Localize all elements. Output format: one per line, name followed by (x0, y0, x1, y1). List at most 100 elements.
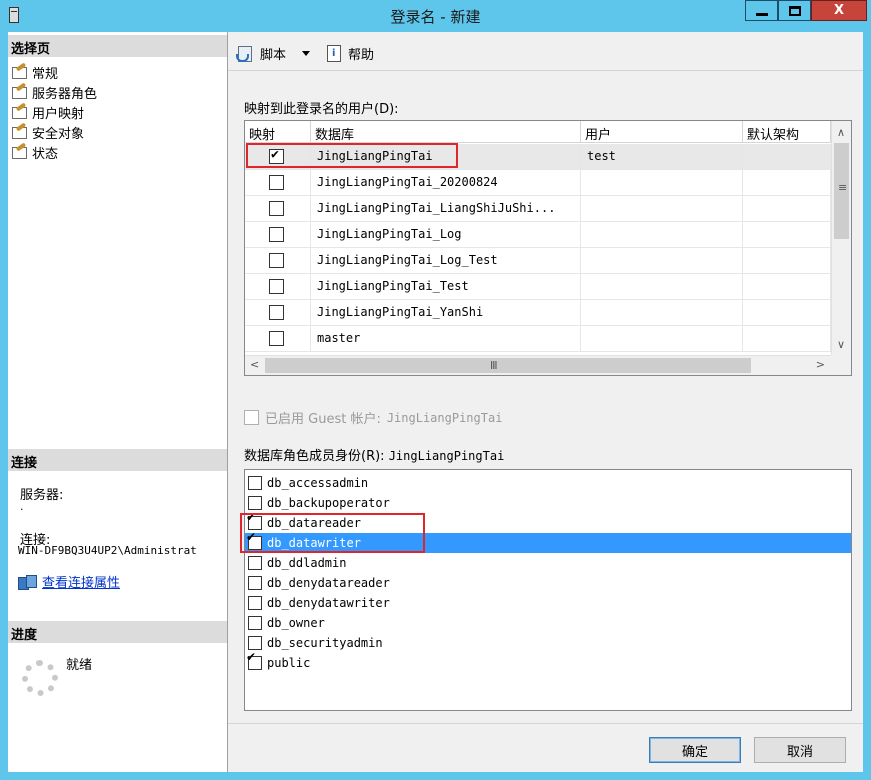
list-item[interactable]: db_backupoperator (245, 493, 851, 513)
column-header-user[interactable]: 用户 (581, 121, 743, 143)
table-row[interactable]: master (245, 326, 831, 352)
nav-item-label: 用户映射 (32, 106, 85, 122)
connection-value: WIN-DF9BQ3U4UP2\Administrat (18, 544, 197, 557)
list-item[interactable]: db_denydatawriter (245, 593, 851, 613)
schema-cell[interactable] (743, 196, 831, 222)
nav-item-general[interactable]: 常规 (12, 62, 58, 82)
help-icon[interactable] (326, 45, 342, 62)
map-cell (245, 196, 311, 222)
annotation-box-mapping (246, 143, 458, 168)
nav-item-user-mapping[interactable]: 用户映射 (12, 102, 84, 122)
scroll-corner (831, 355, 851, 375)
role-checkbox[interactable] (248, 596, 262, 610)
user-cell[interactable] (581, 248, 743, 274)
title-bar[interactable]: 登录名 - 新建 X (0, 0, 871, 32)
map-cell (245, 300, 311, 326)
role-checkbox[interactable] (248, 556, 262, 570)
user-cell[interactable]: test (581, 144, 743, 170)
help-button[interactable]: 帮助 (348, 44, 374, 63)
user-cell[interactable] (581, 300, 743, 326)
map-cell (245, 170, 311, 196)
table-row[interactable]: JingLiangPingTai_LiangShiJuShi... (245, 196, 831, 222)
user-cell[interactable] (581, 170, 743, 196)
map-checkbox[interactable] (269, 305, 284, 320)
user-cell[interactable] (581, 274, 743, 300)
scroll-right-icon[interactable]: > (816, 358, 825, 371)
scroll-grip-icon: Ⅲ (490, 359, 498, 372)
role-name: db_owner (267, 616, 325, 630)
script-dropdown-icon[interactable] (302, 50, 311, 56)
list-item[interactable]: db_ddladmin (245, 553, 851, 573)
nav-item-label: 常规 (32, 66, 59, 82)
view-connection-properties-link[interactable]: 查看连接属性 (18, 572, 120, 591)
table-row[interactable]: JingLiangPingTai_Log_Test (245, 248, 831, 274)
table-row[interactable]: JingLiangPingTai_Test (245, 274, 831, 300)
column-header-map[interactable]: 映射 (245, 121, 311, 143)
role-checkbox[interactable] (248, 656, 262, 670)
scroll-down-icon[interactable]: ∨ (837, 338, 845, 351)
role-name: db_backupoperator (267, 496, 390, 510)
role-checkbox[interactable] (248, 496, 262, 510)
role-membership-label-text: 数据库角色成员身份(R): (244, 449, 385, 464)
table-row[interactable]: JingLiangPingTai_YanShi (245, 300, 831, 326)
page-icon (12, 145, 28, 159)
cancel-button[interactable]: 取消 (754, 737, 846, 763)
dialog-body: 选择页 常规 服务器角色 用户映射 安全对象 状态 连接 服务器: . 连接: … (8, 32, 863, 772)
map-checkbox[interactable] (269, 279, 284, 294)
nav-item-securables[interactable]: 安全对象 (12, 122, 84, 142)
schema-cell[interactable] (743, 248, 831, 274)
user-cell[interactable] (581, 326, 743, 352)
schema-cell[interactable] (743, 326, 831, 352)
map-checkbox[interactable] (269, 201, 284, 216)
scroll-up-icon[interactable]: ∧ (837, 126, 845, 139)
ok-button[interactable]: 确定 (649, 737, 741, 763)
table-row[interactable]: JingLiangPingTai_Log (245, 222, 831, 248)
map-checkbox[interactable] (269, 175, 284, 190)
nav-item-server-roles[interactable]: 服务器角色 (12, 82, 97, 102)
vertical-scrollbar[interactable]: ∧ ≡ ∨ (831, 121, 851, 355)
schema-cell[interactable] (743, 144, 831, 170)
list-item[interactable]: db_owner (245, 613, 851, 633)
list-item[interactable]: public (245, 653, 851, 673)
maximize-button[interactable] (778, 0, 811, 21)
table-row[interactable]: JingLiangPingTai_20200824 (245, 170, 831, 196)
script-icon[interactable] (236, 45, 254, 62)
role-name: db_denydatawriter (267, 596, 390, 610)
role-membership-list[interactable]: db_accessadmindb_backupoperatordb_datare… (244, 469, 852, 711)
schema-cell[interactable] (743, 222, 831, 248)
role-checkbox[interactable] (248, 636, 262, 650)
dialog-window: 登录名 - 新建 X 选择页 常规 服务器角色 用户映射 安全对象 状态 连接 … (0, 0, 871, 780)
role-name: db_ddladmin (267, 556, 347, 570)
nav-item-label: 状态 (32, 146, 59, 162)
user-cell[interactable] (581, 222, 743, 248)
schema-cell[interactable] (743, 170, 831, 196)
map-checkbox[interactable] (269, 331, 284, 346)
role-checkbox[interactable] (248, 576, 262, 590)
database-cell: master (311, 326, 581, 352)
map-checkbox[interactable] (269, 253, 284, 268)
minimize-button[interactable] (745, 0, 778, 21)
list-item[interactable]: db_securityadmin (245, 633, 851, 653)
guest-checkbox (244, 410, 259, 425)
database-cell: JingLiangPingTai_20200824 (311, 170, 581, 196)
minimize-icon (755, 13, 768, 16)
column-header-database[interactable]: 数据库 (311, 121, 581, 143)
select-page-header: 选择页 (8, 35, 227, 57)
horizontal-scrollbar[interactable]: < Ⅲ > (245, 355, 831, 375)
column-header-default-schema[interactable]: 默认架构 (743, 121, 831, 143)
close-button[interactable]: X (811, 0, 867, 21)
list-item[interactable]: db_accessadmin (245, 473, 851, 493)
map-checkbox[interactable] (269, 227, 284, 242)
list-item[interactable]: db_denydatareader (245, 573, 851, 593)
user-cell[interactable] (581, 196, 743, 222)
scroll-left-icon[interactable]: < (250, 358, 259, 371)
nav-item-status[interactable]: 状态 (12, 142, 58, 162)
schema-cell[interactable] (743, 300, 831, 326)
script-button[interactable]: 脚本 (260, 44, 286, 63)
database-cell: JingLiangPingTai_Log_Test (311, 248, 581, 274)
schema-cell[interactable] (743, 274, 831, 300)
guest-database: JingLiangPingTai (386, 410, 503, 425)
role-checkbox[interactable] (248, 476, 262, 490)
role-checkbox[interactable] (248, 616, 262, 630)
horizontal-scroll-thumb[interactable] (265, 358, 751, 373)
